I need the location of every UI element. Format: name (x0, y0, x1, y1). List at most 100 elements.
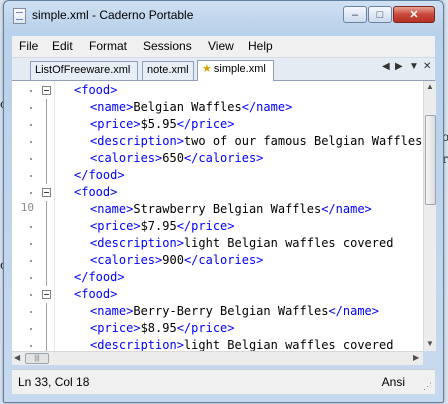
gutter: 10 (12, 81, 55, 351)
code-line: <name>Strawberry Belgian Waffles</name> (90, 201, 372, 218)
tab-label: simple.xml (213, 63, 266, 75)
document-icon (13, 8, 26, 24)
tab-list-icon[interactable]: ▼ (409, 61, 419, 72)
code-line: </food> (74, 269, 125, 286)
line-marker (30, 107, 32, 109)
code-line: <description>two of our famous Belgian W… (90, 133, 422, 150)
menu-sessions[interactable]: Sessions (143, 39, 192, 53)
horizontal-scroll-thumb[interactable]: ||| (25, 353, 49, 364)
xml-text: Berry-Berry Belgian Waffles (133, 304, 329, 318)
xml-tag: <price> (90, 117, 141, 131)
code-line: <calories>900</calories> (90, 252, 263, 269)
code-line: <price>$8.95</price> (90, 320, 235, 337)
line-marker (30, 311, 32, 313)
fold-guide (46, 235, 47, 252)
cursor-position: Ln 33, Col 18 (18, 375, 90, 389)
encoding-indicator[interactable]: Ansi (382, 375, 405, 389)
menu-help[interactable]: Help (248, 39, 273, 53)
scroll-down-icon[interactable]: ▼ (426, 339, 434, 348)
vertical-scroll-thumb[interactable] (425, 115, 436, 205)
line-marker (30, 260, 32, 262)
code-line: <food> (74, 286, 117, 303)
vertical-scrollbar[interactable]: ▲ ▼ (423, 81, 436, 351)
fold-guide (46, 201, 47, 218)
xml-tag: </name> (328, 304, 380, 318)
fold-toggle-icon[interactable] (42, 188, 51, 197)
xml-tag: <calories> (90, 253, 163, 267)
fold-guide (46, 269, 47, 286)
title-bar[interactable]: simple.xml - Caderno Portable – □ ✕ (4, 1, 443, 31)
tab-close-icon[interactable]: ✕ (423, 61, 431, 72)
editor-window: simple.xml - Caderno Portable – □ ✕ File… (3, 0, 444, 403)
tab-next-icon[interactable]: ▶ (395, 61, 403, 72)
xml-tag: <food> (74, 287, 118, 301)
horizontal-scrollbar[interactable]: ◀ ||| ▶ (12, 351, 423, 365)
xml-tag: <food> (74, 83, 118, 97)
tab-note[interactable]: note.xml (142, 61, 194, 80)
scroll-up-icon[interactable]: ▲ (426, 82, 434, 91)
fold-toggle-icon[interactable] (42, 86, 51, 95)
line-marker (30, 226, 32, 228)
code-line: </food> (74, 167, 125, 184)
xml-tag: <price> (90, 219, 141, 233)
tab-simple[interactable]: ★ simple.xml (197, 60, 274, 81)
xml-text: light Belgian waffles covered (183, 236, 394, 250)
fold-guide (46, 337, 47, 351)
code-line: <calories>650</calories> (90, 150, 263, 167)
xml-tag: <description> (90, 134, 184, 148)
line-marker (30, 294, 32, 296)
xml-tag: <price> (90, 321, 141, 335)
fold-toggle-icon[interactable] (42, 290, 51, 299)
xml-tag: </food> (74, 168, 125, 182)
xml-tag: <description> (90, 338, 184, 351)
xml-tag: <food> (74, 185, 118, 199)
xml-tag: </food> (74, 270, 125, 284)
fold-guide (46, 99, 47, 116)
xml-text: $7.95 (140, 219, 177, 233)
xml-tag: <calories> (90, 151, 163, 165)
star-icon: ★ (202, 63, 212, 75)
fold-guide (46, 303, 47, 320)
xml-text: $8.95 (140, 321, 177, 335)
menu-file[interactable]: File (19, 39, 38, 53)
code-line: <price>$5.95</price> (90, 116, 235, 133)
line-marker (30, 124, 32, 126)
menu-format[interactable]: Format (89, 39, 127, 53)
tab-prev-icon[interactable]: ◀ (382, 61, 390, 72)
xml-tag: </price> (176, 321, 235, 335)
code-line: <name>Berry-Berry Belgian Waffles</name> (90, 303, 379, 320)
fold-guide (46, 252, 47, 269)
fold-guide (46, 133, 47, 150)
xml-tag: <name> (90, 304, 134, 318)
xml-text: 900 (162, 253, 184, 267)
maximize-button[interactable]: □ (368, 6, 392, 23)
line-marker (30, 328, 32, 330)
fold-guide (46, 167, 47, 184)
xml-tag: </calories> (183, 151, 264, 165)
scroll-right-icon[interactable]: ▶ (413, 353, 419, 362)
code-line: <description>light Belgian waffles cover… (90, 235, 393, 252)
scroll-left-icon[interactable]: ◀ (14, 353, 20, 362)
code-line: <name>Belgian Waffles</name> (90, 99, 292, 116)
line-marker (30, 192, 32, 194)
fold-guide (46, 150, 47, 167)
tab-listoffreeware[interactable]: ListOfFreeware.xml (30, 61, 138, 80)
code-line: <price>$7.95</price> (90, 218, 235, 235)
menu-view[interactable]: View (208, 39, 234, 53)
xml-tag: </name> (321, 202, 372, 216)
minimize-button[interactable]: – (343, 6, 367, 23)
line-marker (30, 158, 32, 160)
resize-grip-icon[interactable]: ⋰ (423, 381, 432, 392)
line-marker (30, 277, 32, 279)
xml-text: light Belgian waffles covered (183, 338, 394, 351)
line-marker (30, 345, 32, 347)
tab-bar: ListOfFreeware.xml note.xml ★ simple.xml … (12, 58, 435, 81)
xml-text: Belgian Waffles (133, 100, 242, 114)
fold-guide (46, 116, 47, 133)
window-title: simple.xml - Caderno Portable (32, 8, 194, 22)
code-editor[interactable]: 10 <food> <name>Belgian Waffles</name> <pr… (12, 81, 423, 351)
close-button[interactable]: ✕ (393, 6, 435, 23)
menu-edit[interactable]: Edit (52, 39, 73, 53)
xml-text: $5.95 (140, 117, 177, 131)
fold-guide (46, 320, 47, 337)
